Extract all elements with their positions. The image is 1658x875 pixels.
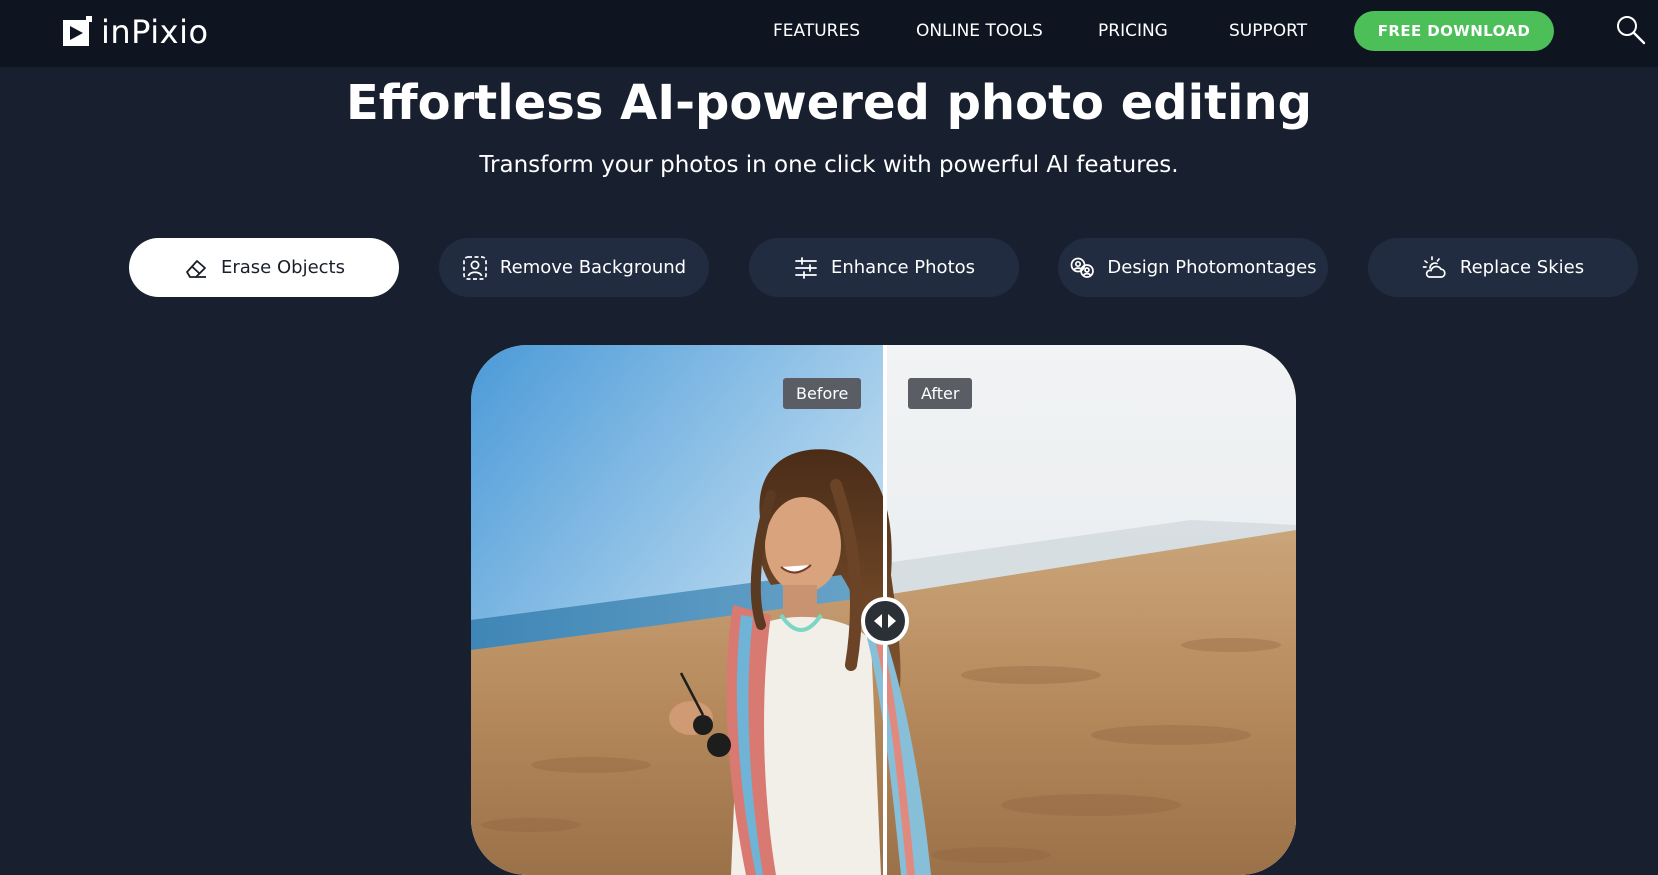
tab-label: Enhance Photos: [830, 257, 976, 278]
tab-label: Replace Skies: [1459, 257, 1585, 278]
after-label: After: [908, 378, 973, 409]
tab-enhance-photos[interactable]: Enhance Photos: [749, 238, 1019, 297]
top-navigation-bar: inPixio FEATURES ONLINE TOOLS PRICING SU…: [0, 0, 1658, 67]
before-after-comparison[interactable]: Before After: [471, 345, 1296, 875]
hero-subtitle: Transform your photos in one click with …: [479, 152, 1179, 178]
search-button[interactable]: [1615, 14, 1647, 46]
nav-features[interactable]: FEATURES: [773, 20, 860, 42]
tab-label: Erase Objects: [221, 257, 345, 278]
tab-design-photomontages[interactable]: Design Photomontages: [1058, 238, 1328, 297]
portrait-frame-icon: [463, 255, 487, 280]
tab-label: Remove Background: [499, 257, 687, 278]
logo-text: inPixio: [101, 13, 209, 51]
tab-erase-objects[interactable]: Erase Objects: [129, 238, 399, 297]
nav-support[interactable]: SUPPORT: [1229, 20, 1307, 42]
eraser-icon: [186, 259, 206, 278]
inpixio-logo[interactable]: inPixio: [63, 13, 209, 51]
drag-arrows-icon: [874, 614, 896, 628]
comparison-slider-handle[interactable]: [861, 597, 909, 645]
sun-cloud-icon: [1422, 255, 1446, 278]
free-download-button[interactable]: FREE DOWNLOAD: [1354, 11, 1554, 51]
nav-pricing[interactable]: PRICING: [1098, 20, 1168, 42]
before-label: Before: [783, 378, 862, 409]
tab-remove-background[interactable]: Remove Background: [439, 238, 709, 297]
photomontage-icon: [1071, 257, 1095, 278]
search-icon: [1617, 16, 1646, 45]
tab-replace-skies[interactable]: Replace Skies: [1368, 238, 1638, 297]
play-logo-icon: [63, 16, 92, 46]
sliders-icon: [795, 256, 817, 279]
tab-label: Design Photomontages: [1107, 257, 1317, 278]
hero-title: Effortless AI-powered photo editing: [345, 75, 1313, 131]
nav-online-tools[interactable]: ONLINE TOOLS: [916, 20, 1043, 42]
